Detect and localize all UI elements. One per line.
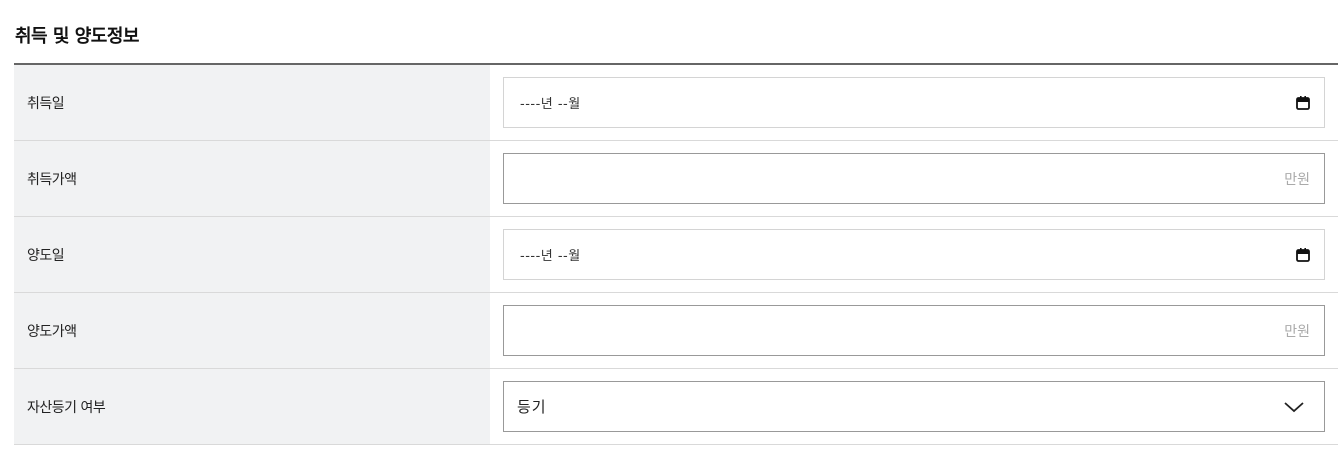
calendar-icon[interactable] [1296,247,1310,262]
transfer-date-input[interactable]: ----년 --월 [503,229,1325,280]
transfer-price-input[interactable]: 만원 [503,305,1325,356]
form-row-asset-registration: 자산등기 여부 등기 [14,369,1338,445]
acquisition-date-input[interactable]: ----년 --월 [503,77,1325,128]
form-row-acquisition-date: 취득일 ----년 --월 [14,65,1338,141]
form-row-acquisition-price: 취득가액 만원 [14,141,1338,217]
transfer-date-value: ----년 --월 [520,249,581,264]
acquisition-date-value: ----년 --월 [520,97,581,112]
form-table: 취득일 ----년 --월 취득가액 만원 양도일 ----년 --월 양도가액… [14,63,1338,445]
chevron-down-icon[interactable] [1283,400,1305,414]
acquisition-price-label: 취득가액 [14,141,490,216]
asset-registration-label: 자산등기 여부 [14,369,490,444]
calendar-icon[interactable] [1296,95,1310,110]
transfer-price-label: 양도가액 [14,293,490,368]
transfer-price-unit: 만원 [1284,323,1310,340]
acquisition-date-label: 취득일 [14,65,490,140]
acquisition-price-input[interactable]: 만원 [503,153,1325,204]
section-title: 취득 및 양도정보 [15,26,139,47]
asset-registration-select[interactable]: 등기 [503,381,1325,432]
asset-registration-value: 등기 [517,398,547,416]
form-row-transfer-price: 양도가액 만원 [14,293,1338,369]
transfer-date-label: 양도일 [14,217,490,292]
form-row-transfer-date: 양도일 ----년 --월 [14,217,1338,293]
acquisition-price-unit: 만원 [1284,171,1310,188]
